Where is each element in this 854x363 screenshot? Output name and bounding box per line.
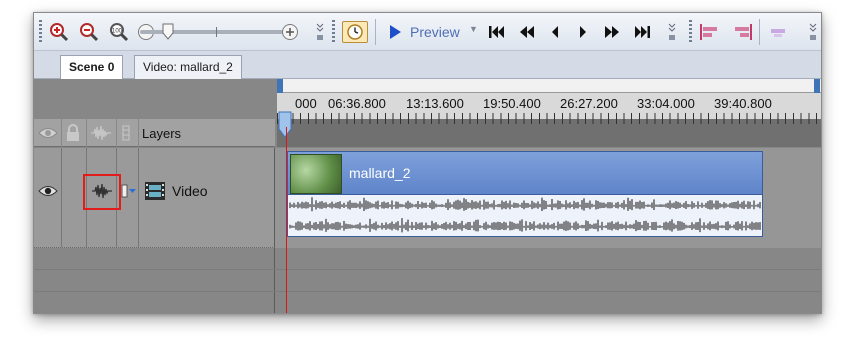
ruler-label: 19:50.400 — [483, 96, 541, 111]
layers-label: Layers — [142, 126, 182, 141]
toolbar-overflow-icon[interactable] — [667, 21, 677, 43]
zoom-out-icon[interactable] — [78, 21, 100, 43]
empty-track-row[interactable] — [34, 248, 821, 270]
track-video[interactable]: Video mallard_2 — [34, 148, 821, 248]
audio-waveform-icon[interactable] — [91, 183, 113, 204]
toolbar-grip[interactable] — [39, 20, 42, 44]
lock-icon[interactable] — [66, 124, 80, 142]
playhead-line — [286, 127, 287, 313]
tab-bar: Scene 0 Video: mallard_2 — [34, 51, 821, 80]
preview-dropdown-icon[interactable]: ▼ — [469, 24, 478, 34]
ruler-label: 26:27.200 — [560, 96, 618, 111]
ruler-label: 33:04.000 — [637, 96, 695, 111]
range-end-marker[interactable] — [814, 79, 820, 93]
zoom-in-icon[interactable] — [48, 21, 70, 43]
audio-waveform-icon[interactable] — [90, 124, 112, 142]
clip-header[interactable]: mallard_2 — [287, 151, 763, 195]
timeline-panel: 000 06:36.800 13:13.600 19:50.400 26:27.… — [34, 79, 821, 313]
timeline-window: 100 Preview ▼ Scene 0 Video: mallard_2 0… — [33, 12, 822, 314]
filmstrip-small-icon[interactable] — [122, 124, 130, 142]
toolbar-grip[interactable] — [689, 20, 692, 44]
clip-audio-waveform[interactable] — [287, 195, 763, 237]
video-clip[interactable]: mallard_2 — [287, 151, 763, 237]
svg-text:100: 100 — [112, 29, 123, 35]
visibility-eye-icon[interactable] — [38, 184, 58, 203]
ruler-label: 13:13.600 — [406, 96, 464, 111]
ruler-label: 06:36.800 — [328, 96, 386, 111]
snap-clock-icon[interactable] — [342, 21, 368, 43]
empty-track-row[interactable] — [34, 270, 821, 292]
go-to-end-icon[interactable] — [631, 21, 653, 43]
play-preview-icon[interactable] — [386, 21, 404, 43]
zoom-slider-plus-icon[interactable] — [280, 21, 300, 43]
tab-scene-0[interactable]: Scene 0 — [60, 55, 124, 80]
layers-header: Layers — [34, 119, 275, 147]
track-label: Video — [172, 183, 208, 199]
ruler-label: 000 — [295, 96, 317, 111]
playhead-handle[interactable] — [278, 111, 292, 139]
film-icon — [144, 181, 166, 206]
tab-label: Video: mallard_2 — [143, 60, 233, 74]
clip-title: mallard_2 — [349, 165, 411, 181]
fast-forward-icon[interactable] — [601, 21, 623, 43]
rewind-icon[interactable] — [516, 21, 538, 43]
ruler-label: 39:40.800 — [714, 96, 772, 111]
preview-button[interactable]: Preview — [410, 24, 460, 40]
tab-video-mallard-2[interactable]: Video: mallard_2 — [134, 55, 242, 79]
toolbar: 100 Preview ▼ — [34, 13, 821, 51]
align-right-icon[interactable] — [729, 21, 755, 43]
clip-thumbnail — [290, 154, 342, 194]
track-header-video[interactable]: Video — [34, 148, 275, 248]
distribute-icon[interactable] — [766, 21, 790, 43]
next-frame-icon[interactable] — [574, 21, 592, 43]
go-to-start-icon[interactable] — [486, 21, 508, 43]
timeline-range-bar[interactable] — [277, 79, 821, 93]
zoom-100-icon[interactable]: 100 — [108, 21, 130, 43]
align-left-icon[interactable] — [697, 21, 723, 43]
ruler-lower-band — [277, 119, 821, 147]
toolbar-overflow-icon[interactable] — [808, 21, 818, 43]
toolbar-grip[interactable] — [332, 20, 335, 44]
range-start-marker[interactable] — [277, 79, 283, 93]
visibility-eye-icon[interactable] — [38, 124, 58, 142]
previous-frame-icon[interactable] — [546, 21, 564, 43]
time-ruler[interactable]: 000 06:36.800 13:13.600 19:50.400 26:27.… — [277, 93, 821, 119]
track-menu-icon[interactable] — [121, 183, 137, 204]
tab-label: Scene 0 — [69, 60, 115, 74]
empty-track-row[interactable] — [34, 292, 821, 313]
zoom-slider-thumb[interactable] — [162, 23, 174, 40]
toolbar-overflow-icon[interactable] — [315, 21, 325, 43]
